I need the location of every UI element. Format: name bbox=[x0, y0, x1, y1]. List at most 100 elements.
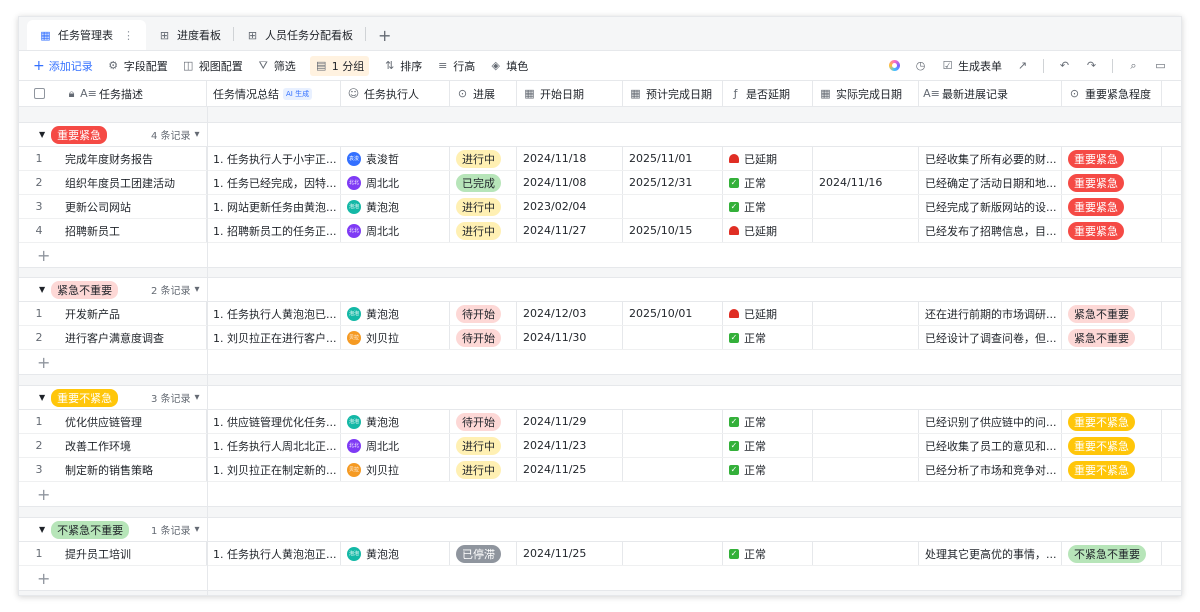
table-row[interactable]: 1 优化供应链管理 1. 供应链管理优化任务... 泡泡 黄泡泡 待开始 2024/11/2… bbox=[19, 410, 1181, 434]
table-cell[interactable]: 泡泡 黄泡泡 bbox=[341, 542, 450, 565]
table-cell[interactable] bbox=[813, 542, 919, 565]
table-cell[interactable]: 泡泡 黄泡泡 bbox=[341, 302, 450, 325]
table-cell[interactable]: 组织年度员工团建活动 bbox=[59, 171, 207, 194]
caret-down-icon[interactable]: ▼ bbox=[39, 393, 45, 402]
table-cell[interactable]: ✓ 正常 bbox=[723, 326, 813, 349]
table-cell[interactable]: 已完成 bbox=[450, 171, 517, 194]
history-icon[interactable]: ◷ bbox=[914, 59, 927, 72]
table-cell[interactable]: 1. 任务已经完成，因特... bbox=[207, 171, 341, 194]
table-cell[interactable]: 优化供应链管理 bbox=[59, 410, 207, 433]
table-cell[interactable] bbox=[813, 195, 919, 218]
table-cell[interactable]: 已经发布了招聘信息，目... bbox=[919, 219, 1062, 242]
table-cell[interactable]: 进行中 bbox=[450, 434, 517, 457]
table-cell[interactable]: 袁浚 袁浚哲 bbox=[341, 147, 450, 170]
table-row[interactable]: 2 改善工作环境 1. 任务执行人周北北正... 北北 周北北 进行中 2024/11/23… bbox=[19, 434, 1181, 458]
table-cell[interactable] bbox=[623, 326, 723, 349]
ai-assistant-icon[interactable] bbox=[889, 60, 900, 71]
table-cell[interactable]: 2024/11/18 bbox=[517, 147, 623, 170]
table-cell[interactable]: 1. 任务执行人黄泡泡正... bbox=[207, 542, 341, 565]
header-assignee[interactable]: ☺ 任务执行人 bbox=[341, 81, 450, 106]
table-cell[interactable]: 2024/11/25 bbox=[517, 542, 623, 565]
row-index[interactable]: 2 bbox=[19, 326, 59, 349]
table-cell[interactable]: 2025/11/01 bbox=[623, 147, 723, 170]
table-cell[interactable]: 重要不紧急 bbox=[1062, 410, 1162, 433]
add-row-button[interactable]: + bbox=[19, 482, 1181, 506]
chevron-down-icon[interactable]: ▾ bbox=[195, 524, 200, 535]
header-actual-date[interactable]: ▦ 实际完成日期 bbox=[813, 81, 919, 106]
table-cell[interactable]: 2025/12/31 bbox=[623, 171, 723, 194]
row-index[interactable]: 1 bbox=[19, 302, 59, 325]
table-cell[interactable]: 1. 任务执行人于小宇正... bbox=[207, 147, 341, 170]
table-cell[interactable] bbox=[623, 458, 723, 481]
table-cell[interactable]: ✓ 正常 bbox=[723, 195, 813, 218]
table-cell[interactable]: 已经识别了供应链中的问... bbox=[919, 410, 1062, 433]
table-row[interactable]: 2 进行客户满意度调查 1. 刘贝拉正在进行客户... 贝拉 刘贝拉 待开始 2024/11… bbox=[19, 326, 1181, 350]
table-cell[interactable] bbox=[623, 542, 723, 565]
table-cell[interactable]: 1. 刘贝拉正在进行客户... bbox=[207, 326, 341, 349]
table-cell[interactable] bbox=[623, 195, 723, 218]
group-header[interactable]: ▼ 重要不紧急 3 条记录 ▾ bbox=[19, 386, 1181, 410]
table-cell[interactable]: 已经收集了员工的意见和... bbox=[919, 434, 1062, 457]
chevron-down-icon[interactable]: ▾ bbox=[195, 284, 200, 295]
table-cell[interactable]: 重要不紧急 bbox=[1062, 434, 1162, 457]
row-index[interactable]: 1 bbox=[19, 542, 59, 565]
caret-down-icon[interactable]: ▼ bbox=[39, 525, 45, 534]
more-icon[interactable]: ⋮ bbox=[123, 29, 134, 42]
table-cell[interactable]: 重要紧急 bbox=[1062, 195, 1162, 218]
table-cell[interactable]: 泡泡 黄泡泡 bbox=[341, 195, 450, 218]
row-index[interactable]: 2 bbox=[19, 171, 59, 194]
group-header[interactable]: ▼ 不紧急不重要 1 条记录 ▾ bbox=[19, 518, 1181, 542]
header-start-date[interactable]: ▦ 开始日期 bbox=[517, 81, 623, 106]
table-cell[interactable]: 进行客户满意度调查 bbox=[59, 326, 207, 349]
table-cell[interactable]: 已经收集了所有必要的财... bbox=[919, 147, 1062, 170]
table-cell[interactable]: 制定新的销售策略 bbox=[59, 458, 207, 481]
generate-form-button[interactable]: ☑ 生成表单 bbox=[941, 58, 1002, 74]
table-cell[interactable]: 贝拉 刘贝拉 bbox=[341, 458, 450, 481]
table-cell[interactable] bbox=[813, 219, 919, 242]
table-row[interactable]: 2 组织年度员工团建活动 1. 任务已经完成，因特... 北北 周北北 已完成 2024/1… bbox=[19, 171, 1181, 195]
comment-icon[interactable]: ▭ bbox=[1154, 59, 1167, 72]
table-cell[interactable]: 重要紧急 bbox=[1062, 147, 1162, 170]
view-config-button[interactable]: ◫ 视图配置 bbox=[182, 58, 243, 74]
table-cell[interactable]: 已经分析了市场和竞争对... bbox=[919, 458, 1062, 481]
search-icon[interactable]: ⌕ bbox=[1127, 59, 1140, 72]
table-cell[interactable]: 2023/02/04 bbox=[517, 195, 623, 218]
header-task-desc[interactable]: 🔒︎ A≡ 任务描述 bbox=[59, 81, 207, 106]
undo-icon[interactable]: ↶ bbox=[1058, 59, 1071, 72]
table-cell[interactable] bbox=[813, 410, 919, 433]
table-cell[interactable]: 待开始 bbox=[450, 326, 517, 349]
table-cell[interactable]: 更新公司网站 bbox=[59, 195, 207, 218]
header-summary[interactable]: 任务情况总结 AI 生成 bbox=[207, 81, 341, 106]
table-cell[interactable]: 贝拉 刘贝拉 bbox=[341, 326, 450, 349]
row-index[interactable]: 1 bbox=[19, 410, 59, 433]
table-cell[interactable]: 已经完成了新版网站的设... bbox=[919, 195, 1062, 218]
add-row-button[interactable]: + bbox=[19, 350, 1181, 374]
table-cell[interactable] bbox=[813, 326, 919, 349]
table-cell[interactable] bbox=[813, 147, 919, 170]
header-status[interactable]: ⊙ 进展 bbox=[450, 81, 517, 106]
table-cell[interactable]: 提升员工培训 bbox=[59, 542, 207, 565]
table-cell[interactable]: 北北 周北北 bbox=[341, 219, 450, 242]
table-cell[interactable]: 重要不紧急 bbox=[1062, 458, 1162, 481]
row-height-button[interactable]: ≡ 行高 bbox=[436, 58, 475, 74]
table-cell[interactable]: 2024/11/25 bbox=[517, 458, 623, 481]
row-index[interactable]: 3 bbox=[19, 195, 59, 218]
table-cell[interactable]: 2024/11/29 bbox=[517, 410, 623, 433]
table-cell[interactable]: 处理其它更高优的事情，... bbox=[919, 542, 1062, 565]
table-cell[interactable]: 完成年度财务报告 bbox=[59, 147, 207, 170]
table-row[interactable]: 1 开发新产品 1. 任务执行人黄泡泡已... 泡泡 黄泡泡 待开始 2024/12/03 2… bbox=[19, 302, 1181, 326]
table-cell[interactable]: 2024/11/23 bbox=[517, 434, 623, 457]
table-cell[interactable]: ✓ 正常 bbox=[723, 171, 813, 194]
table-cell[interactable]: 1. 供应链管理优化任务... bbox=[207, 410, 341, 433]
redo-icon[interactable]: ↷ bbox=[1085, 59, 1098, 72]
filter-button[interactable]: ⛛ 筛选 bbox=[257, 58, 296, 74]
add-record-button[interactable]: + 添加记录 bbox=[33, 58, 93, 74]
table-cell[interactable]: 2024/12/03 bbox=[517, 302, 623, 325]
table-cell[interactable]: ✓ 正常 bbox=[723, 410, 813, 433]
table-cell[interactable]: 1. 招聘新员工的任务正... bbox=[207, 219, 341, 242]
table-cell[interactable]: 招聘新员工 bbox=[59, 219, 207, 242]
table-cell[interactable]: 重要紧急 bbox=[1062, 171, 1162, 194]
header-delayed[interactable]: ƒ 是否延期 bbox=[723, 81, 813, 106]
table-cell[interactable] bbox=[813, 302, 919, 325]
fill-color-button[interactable]: ◈ 填色 bbox=[489, 58, 529, 74]
